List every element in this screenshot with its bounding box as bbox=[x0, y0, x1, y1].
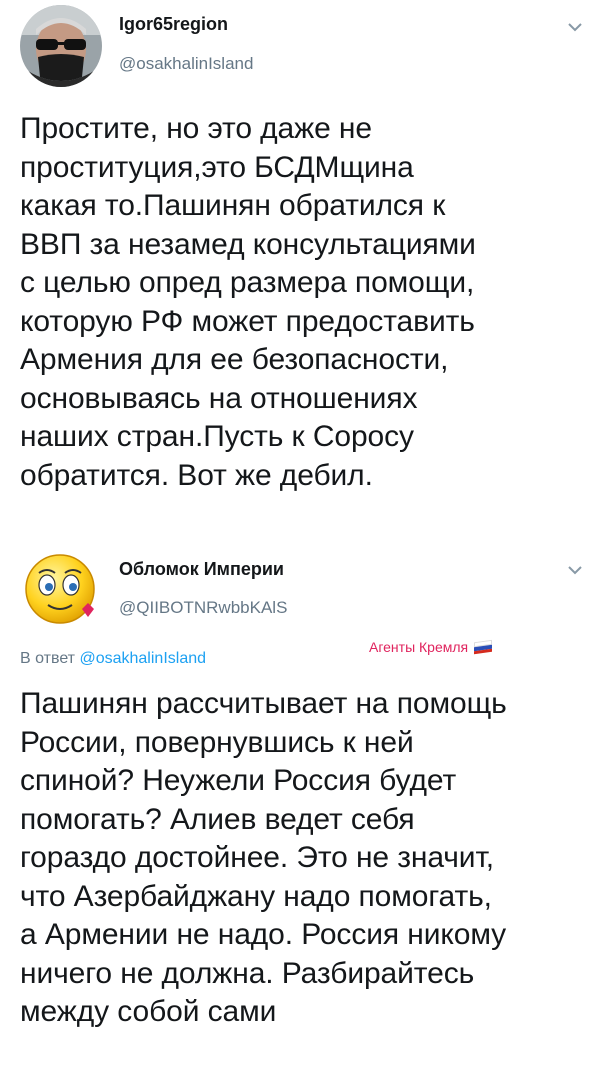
reply-to-link[interactable]: @osakhalinIsland bbox=[79, 650, 206, 667]
text-line: ничего не должна. Разбирайтесь bbox=[20, 956, 475, 990]
chevron-down-icon[interactable] bbox=[564, 559, 586, 581]
text-line: наших стран.Пусть к Соросу bbox=[20, 420, 414, 453]
chevron-down-icon[interactable] bbox=[564, 16, 586, 38]
tweet-text: Пашинян рассчитывает на помощь России, п… bbox=[20, 685, 595, 1032]
text-line: что Азербайджану надо помогать, bbox=[20, 879, 492, 913]
tweet-text: Простите, но это даже не проституция,это… bbox=[20, 110, 595, 495]
author-name[interactable]: Igor65region bbox=[119, 14, 228, 35]
reply-context: В ответ @osakhalinIsland bbox=[20, 650, 206, 668]
russian-flag-icon bbox=[474, 639, 493, 655]
avatar[interactable] bbox=[20, 547, 102, 629]
author-handle[interactable]: @QIIBOTNRwbbKAlS bbox=[119, 598, 287, 618]
text-line: ВВП за незамед консультациями bbox=[20, 227, 476, 261]
text-line: помогать? Алиев ведет себя bbox=[20, 802, 415, 836]
tweet-2: Обломок Империи @QIIBOTNRwbbKAlS В ответ… bbox=[0, 545, 603, 1080]
text-line: какая то.Пашинян обратился к bbox=[20, 189, 446, 222]
text-line: России, повернувшись к ней bbox=[20, 725, 414, 759]
author-handle[interactable]: @osakhalinIsland bbox=[119, 54, 253, 74]
text-line: Простите, но это даже не bbox=[20, 112, 372, 145]
man-sunglasses-mask-avatar bbox=[20, 5, 102, 87]
text-line: гораздо достойнее. Это не значит, bbox=[20, 841, 495, 874]
text-line: а Армении не надо. Россия никому bbox=[20, 918, 507, 951]
author-name[interactable]: Обломок Империи bbox=[119, 559, 284, 580]
avatar[interactable] bbox=[20, 5, 102, 87]
text-line: Пашинян рассчитывает на помощь bbox=[20, 687, 507, 720]
text-line: обратится. Вот же дебил. bbox=[20, 458, 373, 492]
status-badge: Агенты Кремля bbox=[369, 639, 493, 655]
text-line: Армения для ее безопасности, bbox=[20, 343, 449, 376]
badge-label: Агенты Кремля bbox=[369, 639, 469, 655]
smiley-emoji-avatar bbox=[25, 554, 95, 624]
reply-prefix: В ответ bbox=[20, 650, 76, 667]
text-line: спиной? Неужели Россия будет bbox=[20, 764, 457, 797]
text-line: между собой сами bbox=[20, 995, 277, 1028]
text-line: проституция,это БСДМщина bbox=[20, 150, 414, 184]
text-line: которую РФ может предоставить bbox=[20, 304, 475, 338]
text-line: с целью опред размера помощи, bbox=[20, 266, 475, 299]
tweet-1: Igor65region @osakhalinIsland Простите, … bbox=[0, 0, 603, 545]
text-line: основываясь на отношениях bbox=[20, 381, 418, 415]
